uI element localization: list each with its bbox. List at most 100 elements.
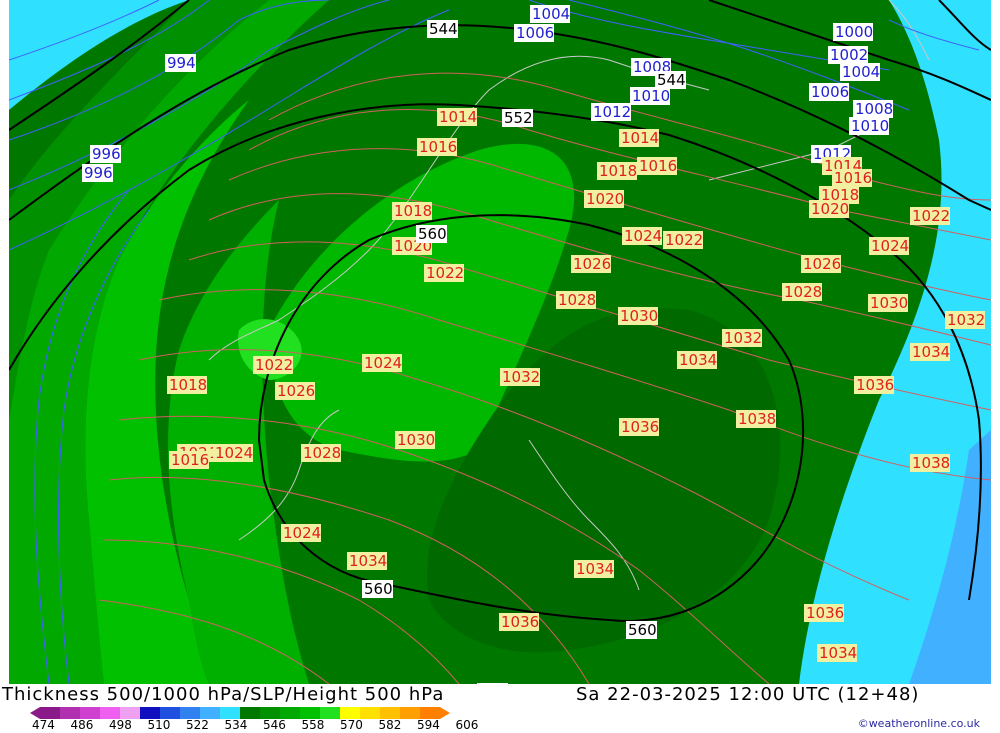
red-label: 1028 xyxy=(301,444,341,462)
red-label-text: 1022 xyxy=(255,356,293,374)
red-label-text: 1024 xyxy=(871,237,909,255)
red-label: 1030 xyxy=(395,431,435,449)
map-title: Thickness 500/1000 hPa/SLP/Height 500 hP… xyxy=(2,684,445,705)
red-label: 1020 xyxy=(584,190,624,208)
red-label: 1036 xyxy=(854,376,894,394)
red-label: 1024 xyxy=(213,444,253,462)
blue-label: 1006 xyxy=(514,24,554,42)
colorbar-tick-labels: 474 486 498 510 522 534 546 558 570 582 594 606 xyxy=(0,718,520,732)
red-label: 1034 xyxy=(677,351,717,369)
red-label: 1028 xyxy=(556,291,596,309)
red-label: 1018 xyxy=(167,376,207,394)
red-label-text: 1036 xyxy=(806,604,844,622)
red-label: 1014 xyxy=(619,129,659,147)
height-label: 560 xyxy=(362,580,393,598)
red-label-text: 1022 xyxy=(912,207,950,225)
height-label-text: 560 xyxy=(418,225,447,243)
red-label: 1032 xyxy=(945,311,985,329)
red-label-text: 1018 xyxy=(169,376,207,394)
red-label-text: 1024 xyxy=(283,524,321,542)
red-label-text: 1030 xyxy=(620,307,658,325)
map-footer: Thickness 500/1000 hPa/SLP/Height 500 hP… xyxy=(0,684,1000,733)
red-label: 1026 xyxy=(801,255,841,273)
blue-label: 994 xyxy=(165,54,196,72)
height-label-text: 560 xyxy=(364,580,393,598)
red-label-text: 1032 xyxy=(502,368,540,386)
red-label-text: 1022 xyxy=(426,264,464,282)
credit-link[interactable]: ©weatheronline.co.uk xyxy=(858,717,980,730)
red-label-text: 1028 xyxy=(558,291,596,309)
height-label: 544 xyxy=(427,20,458,38)
red-label: 1036 xyxy=(804,604,844,622)
red-label: 1024 xyxy=(362,354,402,372)
red-label-text: 1020 xyxy=(586,190,624,208)
red-label-text: 1036 xyxy=(621,418,659,436)
weather-map: 1004 1006 994 996 996 1000 1002 1004 1006 1008 101… xyxy=(9,0,991,684)
red-label: 1032 xyxy=(722,329,762,347)
blue-label: 1012 xyxy=(591,103,631,121)
red-label: 1034 xyxy=(817,644,857,662)
red-label-text: 1016 xyxy=(834,169,872,187)
red-label-text: 1038 xyxy=(738,410,776,428)
colorbar-tick: 474 xyxy=(32,718,55,732)
red-label-text: 1020 xyxy=(811,200,849,218)
height-label: 560 xyxy=(626,621,657,639)
red-label-text: 1026 xyxy=(803,255,841,273)
height-label-text: 544 xyxy=(429,20,458,38)
red-label-text: 1026 xyxy=(277,382,315,400)
red-label-text: 1030 xyxy=(870,294,908,312)
red-label-text: 1018 xyxy=(394,202,432,220)
colorbar-tick: 498 xyxy=(109,718,132,732)
colorbar-tick: 522 xyxy=(186,718,209,732)
red-label: 1028 xyxy=(782,283,822,301)
red-label: 1036 xyxy=(499,613,539,631)
blue-label-text: 1004 xyxy=(532,5,570,23)
red-label-text: 1032 xyxy=(947,311,985,329)
red-label-text: 1034 xyxy=(819,644,857,662)
red-label: 1018 xyxy=(392,202,432,220)
blue-label-text: 994 xyxy=(167,54,196,72)
blue-label-text: 996 xyxy=(84,164,113,182)
red-label: 1020 xyxy=(809,200,849,218)
colorbar-tick: 582 xyxy=(378,718,402,732)
red-label: 1034 xyxy=(574,560,614,578)
height-label: 552 xyxy=(502,109,533,127)
red-label: 1014 xyxy=(437,108,477,126)
blue-label-text: 1010 xyxy=(632,87,670,105)
red-label-text: 1036 xyxy=(856,376,894,394)
red-label-text: 1016 xyxy=(171,451,209,469)
red-label-text: 1034 xyxy=(912,343,950,361)
red-label-text: 1026 xyxy=(573,255,611,273)
red-label: 1024 xyxy=(622,227,662,245)
height-label: 544 xyxy=(655,71,686,89)
blue-label: 1010 xyxy=(849,117,889,135)
red-label: 1038 xyxy=(910,454,950,472)
blue-label: 1000 xyxy=(833,23,873,41)
red-label: 1022 xyxy=(663,231,703,249)
height-label-text: 544 xyxy=(657,71,686,89)
colorbar-tick: 606 xyxy=(455,718,479,732)
red-label-text: 1016 xyxy=(639,157,677,175)
red-label-text: 1032 xyxy=(724,329,762,347)
blue-label-text: 1004 xyxy=(842,63,880,81)
red-label: 1018 xyxy=(597,162,637,180)
red-label-text: 1036 xyxy=(501,613,539,631)
blue-label: 1008 xyxy=(853,100,893,118)
red-label: 1024 xyxy=(869,237,909,255)
blue-label-text: 1010 xyxy=(851,117,889,135)
colorbar-tick: 594 xyxy=(417,718,440,732)
red-label-text: 1024 xyxy=(624,227,662,245)
red-label-text: 1030 xyxy=(397,431,435,449)
blue-label: 1010 xyxy=(630,87,670,105)
red-label: 1026 xyxy=(571,255,611,273)
blue-label-text: 1002 xyxy=(830,46,868,64)
red-label-text: 1014 xyxy=(621,129,659,147)
height-label-text: 560 xyxy=(628,621,657,639)
red-label-text: 1024 xyxy=(215,444,253,462)
red-label: 1022 xyxy=(253,356,293,374)
colorbar-tick: 558 xyxy=(301,718,325,732)
blue-label-text: 1008 xyxy=(855,100,893,118)
colorbar-tick: 570 xyxy=(340,718,363,732)
height-label: 560 xyxy=(416,225,447,243)
red-label-text: 1034 xyxy=(349,552,387,570)
